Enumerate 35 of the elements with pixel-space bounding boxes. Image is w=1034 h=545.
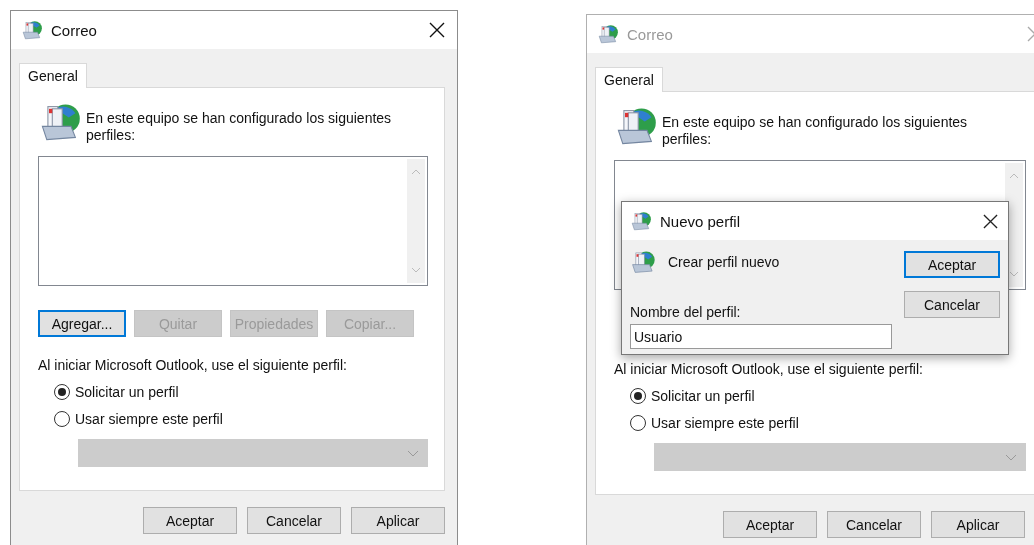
- close-icon[interactable]: [429, 22, 445, 38]
- radio-label[interactable]: Usar siempre este perfil: [75, 411, 223, 427]
- radio-label[interactable]: Solicitar un perfil: [75, 384, 179, 400]
- dialog-heading: Crear perfil nuevo: [668, 254, 780, 270]
- dialog-title: Nuevo perfil: [660, 212, 742, 230]
- startup-label: Al iniciar Microsoft Outlook, use el siguiente perfil:: [614, 361, 924, 377]
- dialog-button[interactable]: Cancelar: [904, 291, 1000, 318]
- startup-label: Al iniciar Microsoft Outlook, use el siguiente perfil:: [38, 357, 348, 373]
- mail-globe-icon: [597, 23, 619, 45]
- dialog-button[interactable]: Cancelar: [827, 511, 921, 538]
- window-title: Correo: [627, 25, 674, 43]
- profile-button[interactable]: Agregar...: [38, 310, 126, 337]
- radio-label[interactable]: Solicitar un perfil: [651, 388, 755, 404]
- tab[interactable]: General: [19, 63, 87, 88]
- mail-globe-icon: [630, 210, 652, 232]
- intro-text: En este equipo se han configurado los siguientes perfiles:: [86, 109, 393, 144]
- chevron-down-icon[interactable]: [1009, 271, 1019, 277]
- profile-name-field[interactable]: Usuario: [630, 324, 892, 349]
- field-label: Nombre del perfil:: [630, 304, 742, 320]
- dialog-button[interactable]: Cancelar: [247, 507, 341, 534]
- intro-text: En este equipo se han configurado los siguientes perfiles:: [662, 113, 969, 148]
- dialog-button[interactable]: Aplicar: [931, 511, 1025, 538]
- dialog-button[interactable]: Aceptar: [723, 511, 817, 538]
- mail-globe-icon: [21, 19, 43, 41]
- close-icon[interactable]: [983, 213, 998, 229]
- window-title: Correo: [51, 21, 98, 39]
- dialog-button[interactable]: Aceptar: [143, 507, 237, 534]
- chevron-down-icon: [1005, 453, 1017, 461]
- dialog-button[interactable]: Aplicar: [351, 507, 445, 534]
- mail-globe-icon: [630, 249, 656, 275]
- dialog-button[interactable]: Aceptar: [904, 251, 1000, 278]
- tab[interactable]: General: [595, 67, 663, 92]
- radio-label[interactable]: Usar siempre este perfil: [651, 415, 799, 431]
- profile-list[interactable]: [38, 156, 428, 286]
- chevron-down-icon: [407, 449, 419, 457]
